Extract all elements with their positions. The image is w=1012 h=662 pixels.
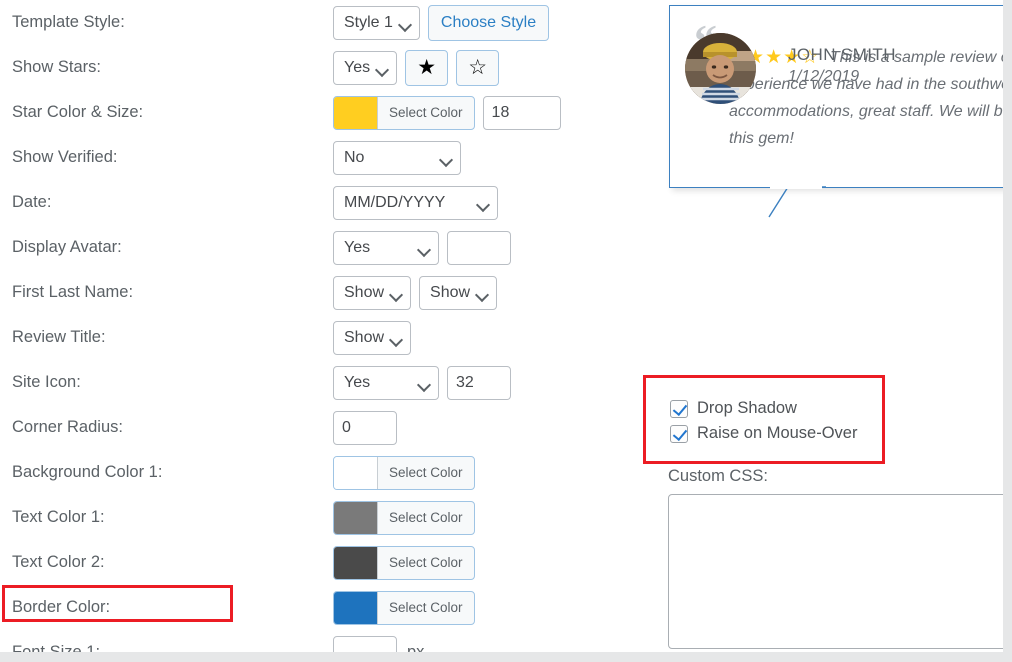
form-row-label: Template Style: <box>12 13 125 31</box>
form-row-controls: 0 <box>333 405 397 450</box>
form-row-label: Border Color: <box>12 598 111 616</box>
display-avatar-select[interactable]: Yes <box>333 230 439 265</box>
form-row-controls: Select Color <box>333 540 475 585</box>
select-color-label: Select Color <box>389 510 463 525</box>
form-row: Display Avatar: Yes <box>0 225 660 270</box>
horizontal-scrollbar[interactable] <box>0 652 1012 662</box>
color-swatch <box>334 96 378 129</box>
checkbox-indicator[interactable] <box>670 399 688 418</box>
date-format-select[interactable]: MM/DD/YYYY <box>333 185 498 220</box>
form-row: First Last Name: Show Show <box>0 270 660 315</box>
form-row: Border Color: Select Color <box>0 585 660 630</box>
form-row: Star Color & Size: Select Color 18 <box>0 90 660 135</box>
form-row-controls: Yes 32 <box>333 360 511 405</box>
form-row-label: Display Avatar: <box>12 238 122 256</box>
form-row-label: First Last Name: <box>12 283 134 301</box>
star-3: ★ <box>765 47 784 68</box>
form-row-label: Date: <box>12 193 52 211</box>
review-date: 1/12/2019 <box>788 68 860 85</box>
form-row-controls: Yes <box>333 225 511 270</box>
form-row-controls: Style 1 Choose Style <box>333 0 550 45</box>
form-row: Corner Radius: 0 <box>0 405 660 450</box>
speech-bubble-tail <box>768 186 826 218</box>
form-row-controls: Yes ★ ☆ <box>333 45 500 90</box>
text-color-1-picker[interactable]: Select Color <box>333 500 475 535</box>
star-size-input[interactable]: 18 <box>482 95 561 130</box>
form-row-controls: Select Color <box>333 450 475 495</box>
star-color-picker[interactable]: Select Color <box>333 95 475 130</box>
settings-screen: Template Style: Style 1 Choose Style Show S… <box>0 0 1012 662</box>
vertical-scrollbar[interactable] <box>1003 0 1012 652</box>
review-preview-pane: “ ★★★★☆ This is a sample review of a gre… <box>660 0 1003 656</box>
last-name-select[interactable]: Show <box>419 275 498 310</box>
form-row: Review Title: Show <box>0 315 660 360</box>
select-color-label: Select Color <box>389 465 463 480</box>
site-icon-select[interactable]: Yes <box>333 365 439 400</box>
display-options-group: Drop Shadow Raise on Mouse-Over <box>670 396 857 446</box>
form-row-label: Site Icon: <box>12 373 81 391</box>
avatar <box>685 33 756 104</box>
form-row-controls: MM/DD/YYYY <box>333 180 498 225</box>
form-row: Site Icon: Yes 32 <box>0 360 660 405</box>
form-row: Text Color 2: Select Color <box>0 540 660 585</box>
form-row-label: Background Color 1: <box>12 463 163 481</box>
color-swatch <box>334 591 378 624</box>
checkbox-label: Raise on Mouse-Over <box>697 424 858 442</box>
reviewer-info: JOHN SMITH 1/12/2019 <box>788 45 896 86</box>
form-row: Show Verified: No <box>0 135 660 180</box>
form-row-label: Corner Radius: <box>12 418 123 436</box>
color-swatch <box>334 501 378 534</box>
form-row-controls: Select Color 18 <box>333 90 561 135</box>
outline-star-icon-button[interactable]: ☆ <box>456 49 500 86</box>
filled-star-icon-button[interactable]: ★ <box>405 49 449 86</box>
form-row: Template Style: Style 1 Choose Style <box>0 0 660 45</box>
checkbox-label: Drop Shadow <box>697 399 797 417</box>
form-row-label: Star Color & Size: <box>12 103 144 121</box>
review-title-select[interactable]: Show <box>333 320 412 355</box>
checkbox-indicator[interactable] <box>670 424 688 443</box>
corner-radius-input[interactable]: 0 <box>333 410 397 445</box>
form-row: Text Color 1: Select Color <box>0 495 660 540</box>
custom-css-textarea[interactable] <box>668 494 1003 649</box>
raise-on-mouseover-checkbox[interactable]: Raise on Mouse-Over <box>670 421 857 446</box>
outline-star-icon: ☆ <box>468 56 488 79</box>
drop-shadow-checkbox[interactable]: Drop Shadow <box>670 396 857 421</box>
scrollbar-corner <box>1003 652 1012 662</box>
site-icon-size-input[interactable]: 32 <box>447 365 511 400</box>
first-name-select[interactable]: Show <box>333 275 412 310</box>
filled-star-icon: ★ <box>417 56 437 79</box>
form-row-controls: Show <box>333 315 412 360</box>
reviewer-name: JOHN SMITH <box>788 45 896 64</box>
form-row-controls: No <box>333 135 461 180</box>
settings-form-pane: Template Style: Style 1 Choose Style Show S… <box>0 0 660 662</box>
form-row-label: Show Stars: <box>12 58 101 76</box>
select-color-label: Select Color <box>389 555 463 570</box>
color-swatch <box>334 546 378 579</box>
form-row-controls: Select Color <box>333 495 475 540</box>
form-row: Show Stars: Yes ★ ☆ <box>0 45 660 90</box>
form-row-controls: Select Color <box>333 585 475 630</box>
form-row: Background Color 1: Select Color <box>0 450 660 495</box>
show-stars-select[interactable]: Yes <box>333 50 398 85</box>
select-color-label: Select Color <box>389 105 463 120</box>
form-row-label: Text Color 1: <box>12 508 105 526</box>
background-color-1-picker[interactable]: Select Color <box>333 455 475 490</box>
color-swatch <box>334 456 378 489</box>
template-style-select[interactable]: Style 1 <box>333 5 420 40</box>
form-row-label: Show Verified: <box>12 148 118 166</box>
custom-css-label: Custom CSS: <box>668 467 768 485</box>
border-color-picker[interactable]: Select Color <box>333 590 475 625</box>
form-row: Date: MM/DD/YYYY <box>0 180 660 225</box>
form-row-label: Review Title: <box>12 328 106 346</box>
avatar-size-input[interactable] <box>447 230 511 265</box>
form-row-controls: Show Show <box>333 270 498 315</box>
select-color-label: Select Color <box>389 600 463 615</box>
text-color-2-picker[interactable]: Select Color <box>333 545 475 580</box>
tail-mask <box>770 184 822 189</box>
form-row-label: Text Color 2: <box>12 553 105 571</box>
show-verified-select[interactable]: No <box>333 140 461 175</box>
choose-style-button[interactable]: Choose Style <box>427 4 550 41</box>
